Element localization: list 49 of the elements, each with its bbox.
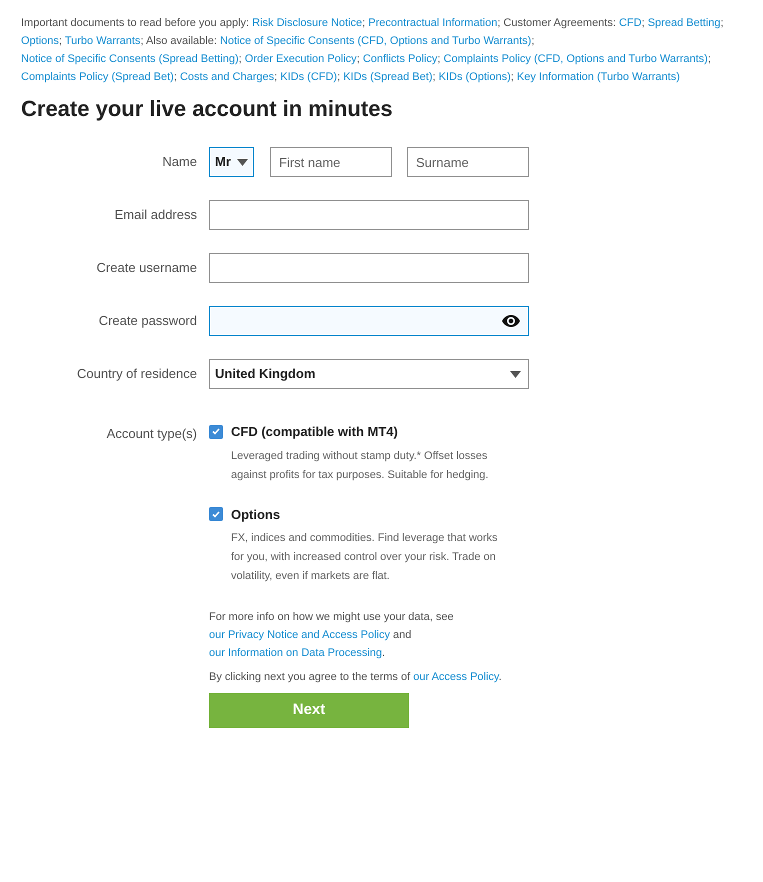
link[interactable]: Costs and Charges (180, 71, 274, 83)
link[interactable]: Spread Betting (648, 17, 720, 29)
link[interactable]: Complaints Policy (CFD, Options and Turbo Warrants) (444, 53, 708, 65)
field-label: Create username (96, 259, 198, 278)
link[interactable]: Turbo Warrants (64, 35, 140, 47)
link[interactable]: our Information on Data Processing (209, 647, 382, 659)
link[interactable]: CFD (618, 17, 642, 29)
privacy-note: For more info on how we might use your data, see our Privacy Notice and Access Policy and our Information on Data Processing. (209, 610, 455, 661)
link[interactable]: Notice of Specific Consents (CFD, Options and Turbo Warrants) (220, 35, 532, 47)
page-title: Create your live account in minutes (21, 95, 394, 123)
link[interactable]: Precontractual Information (368, 17, 498, 29)
link[interactable]: Options (21, 35, 59, 47)
surname-field[interactable]: Surname (407, 147, 529, 177)
field-label: Country of residence (76, 365, 198, 384)
field-label: Name (161, 153, 198, 172)
link[interactable]: Order Execution Policy (244, 53, 357, 65)
check-icon (212, 428, 220, 436)
link[interactable]: Notice of Specific Consents (Spread Betting) (21, 53, 239, 65)
link[interactable]: Key Information (Turbo Warrants) (516, 71, 680, 83)
title-select[interactable]: Mr (209, 147, 254, 177)
link[interactable]: KIDs (Spread Bet) (343, 71, 432, 83)
link[interactable]: Complaints Policy (Spread Bet) (21, 71, 174, 83)
country-select[interactable]: United Kingdom (209, 359, 529, 389)
link[interactable]: our Access Policy (413, 671, 499, 683)
password-field[interactable] (209, 306, 529, 336)
caret-icon (237, 158, 248, 166)
agreement-note: By clicking next you agree to the terms of our Access Policy. (209, 670, 503, 685)
documents-notice: Important documents to read before you apply: Risk Disclosure Notice; Precontractual Information; Customer Agreements: CFD; Spread Betting; Options; Turbo Warrants; Also available: Notice of Specific Consents (CFD, Options and Turbo Warrants); Notice of Specific Consents (Spread Betting); Order Execution Policy; Conflicts Policy; Complaints Policy (CFD, Options and Turbo Warrants); Complaints Policy (Spread Bet); Costs and Charges; KIDs (CFD); KIDs (Spread Bet); KIDs (Options); Key Information (Turbo Warrants) (21, 16, 725, 85)
field-label: Account type(s) (106, 425, 198, 443)
link[interactable]: Conflicts Policy (362, 53, 438, 65)
option-label: Options (231, 506, 280, 524)
check-icon (212, 510, 220, 518)
checkbox[interactable] (209, 507, 223, 522)
option-label: CFD (compatible with MT4) (231, 423, 398, 441)
link[interactable]: KIDs (Options) (438, 71, 511, 83)
next-button[interactable]: Next (209, 693, 409, 728)
link[interactable]: our Privacy Notice and Access Policy (209, 629, 390, 641)
text-field[interactable] (209, 200, 529, 230)
eye-icon[interactable] (502, 315, 520, 327)
link[interactable]: KIDs (CFD) (280, 71, 338, 83)
link[interactable]: Risk Disclosure Notice (252, 17, 362, 29)
field-label: Email address (114, 206, 198, 224)
option-description: FX, indices and commodities. Find leverage that works for you, with increased control over your risk. Trade on volatility, even if markets are flat. (231, 531, 499, 584)
text-field[interactable] (209, 253, 529, 283)
field-label: Create password (98, 312, 198, 330)
option-description: Leveraged trading without stamp duty.* Offset losses against profits for tax purposes. Suitable for hedging. (231, 448, 490, 482)
caret-icon (510, 370, 521, 378)
checkbox[interactable] (209, 424, 223, 439)
first-name-field[interactable]: First name (270, 147, 392, 177)
